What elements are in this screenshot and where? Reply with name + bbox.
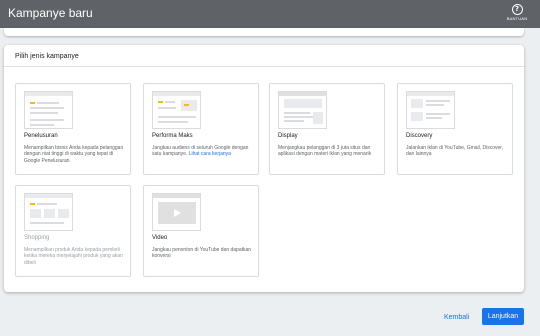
back-button[interactable]: Kembali — [444, 314, 469, 321]
campaign-card-display[interactable]: Display Menjangkau pelanggan di 3 juta s… — [269, 83, 385, 175]
help-button[interactable]: ? BANTUAN — [504, 4, 530, 21]
performance-max-thumbnail — [152, 91, 201, 129]
card-title: Penelusuran — [24, 133, 58, 139]
campaign-card-discovery[interactable]: Discovery Jalankan iklan di YouTube, Gma… — [397, 83, 513, 175]
card-description: Jangkau penonton di YouTube dan dapatkan… — [152, 247, 252, 260]
panel-title: Pilih jenis kampanye — [15, 53, 79, 60]
card-title: Discovery — [406, 133, 433, 139]
card-title: Video — [152, 235, 168, 241]
continue-button[interactable]: Lanjutkan — [482, 308, 524, 325]
campaign-card-performance-max[interactable]: Performa Maks Jangkau audiens di seluruh… — [143, 83, 259, 175]
card-description: Jalankan iklan di YouTube, Gmail, Discov… — [406, 145, 504, 158]
card-title: Shopping — [24, 235, 50, 241]
campaign-card-shopping[interactable]: Shopping Menampilkan produk Anda kepada … — [15, 185, 131, 277]
campaign-card-search[interactable]: Penelusuran Menampilkan bisnis Anda kepa… — [15, 83, 131, 175]
learn-more-link[interactable]: Lihat cara kerjanya — [189, 151, 231, 157]
campaign-type-panel: Pilih jenis kampanye Penelusuran Menampi… — [4, 45, 524, 292]
top-bar: Kampanye baru ? BANTUAN — [0, 0, 540, 28]
play-icon — [174, 209, 181, 217]
card-description: Jangkau audiens di seluruh Google dengan… — [152, 145, 249, 158]
card-title: Performa Maks — [152, 133, 193, 139]
discovery-thumbnail — [406, 91, 455, 129]
card-title: Display — [278, 133, 298, 139]
collapsed-section — [4, 28, 524, 36]
campaign-card-video[interactable]: Video Jangkau penonton di YouTube dan da… — [143, 185, 259, 277]
card-description: Menjangkau pelanggan di 3 juta situs dan… — [278, 145, 372, 158]
card-description: Menampilkan produk Anda kepada pembeli k… — [24, 247, 123, 266]
card-description: Menampilkan bisnis Anda kepada pelanggan… — [24, 145, 124, 164]
display-thumbnail — [278, 91, 327, 129]
shopping-thumbnail — [24, 193, 73, 231]
search-thumbnail — [24, 91, 73, 129]
help-label: BANTUAN — [506, 16, 528, 21]
divider — [4, 66, 524, 67]
page-title: Kampanye baru — [8, 6, 93, 20]
video-thumbnail — [152, 193, 201, 231]
help-icon: ? — [511, 4, 523, 15]
